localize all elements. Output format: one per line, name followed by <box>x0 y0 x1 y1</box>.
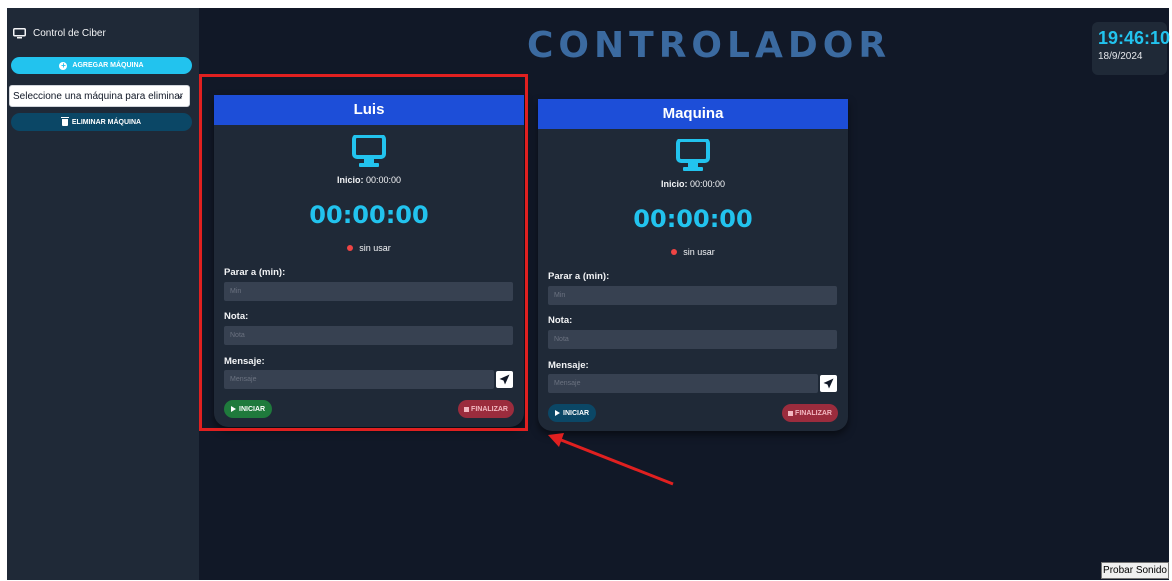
annotation-arrow <box>548 433 674 486</box>
machine-card: Maquina Inicio: 00:00:00 00:00:00 sin us… <box>538 99 848 431</box>
note-input[interactable]: Nota <box>548 330 837 349</box>
status-dot-icon <box>671 248 678 255</box>
desktop-icon <box>13 28 26 39</box>
trash-icon <box>60 117 69 126</box>
test-sound-button[interactable]: Probar Sonido <box>1101 562 1169 579</box>
stop-icon <box>788 410 794 416</box>
message-input[interactable]: Mensaje <box>548 374 818 393</box>
start-time: Inicio: 00:00:00 <box>538 179 848 189</box>
page-title: CONTROLADOR <box>527 25 892 66</box>
clock-date: 18/9/2024 <box>1098 51 1143 62</box>
stop-minutes-label: Parar a (min): <box>548 271 610 282</box>
finish-button-label: FINALIZAR <box>795 409 832 417</box>
play-icon <box>555 410 560 416</box>
sidebar-title: Control de Ciber <box>33 28 106 39</box>
add-machine-label: AGREGAR MÁQUINA <box>72 62 144 69</box>
paper-plane-icon <box>823 378 834 389</box>
machine-select-value: Seleccione una máquina para eliminar <box>13 90 184 102</box>
start-time-label: Inicio: <box>660 179 688 189</box>
delete-machine-label: ELIMINAR MÁQUINA <box>71 118 142 126</box>
machine-select[interactable]: Seleccione una máquina para eliminar ⌄ <box>9 85 190 107</box>
stop-minutes-input[interactable]: Min <box>548 286 837 305</box>
start-time-value: 00:00:00 <box>689 179 726 189</box>
clock-widget: 19:46:10 18/9/2024 <box>1092 22 1171 75</box>
note-label: Nota: <box>548 315 573 326</box>
elapsed-timer: 00:00:00 <box>633 205 753 233</box>
finish-button[interactable]: FINALIZAR <box>782 404 838 422</box>
highlight-box <box>199 74 528 431</box>
status-indicator: sin usar <box>538 247 848 257</box>
delete-machine-button[interactable]: ELIMINAR MÁQUINA <box>11 113 192 131</box>
add-machine-button[interactable]: + AGREGAR MÁQUINA <box>11 57 192 74</box>
chevron-down-icon: ⌄ <box>176 90 184 100</box>
message-label: Mensaje: <box>548 360 589 371</box>
send-message-button[interactable] <box>820 375 837 392</box>
start-button[interactable]: INICIAR <box>548 404 597 422</box>
status-text: sin usar <box>683 247 715 257</box>
computer-icon <box>676 139 710 171</box>
machine-name: Maquina <box>538 99 848 129</box>
start-button-label: INICIAR <box>563 409 590 417</box>
plus-circle-icon: + <box>59 60 68 70</box>
sidebar: Control de Ciber + AGREGAR MÁQUINA Selec… <box>7 8 199 580</box>
sidebar-header: Control de Ciber <box>13 28 106 39</box>
clock-time: 19:46:10 <box>1098 28 1171 48</box>
